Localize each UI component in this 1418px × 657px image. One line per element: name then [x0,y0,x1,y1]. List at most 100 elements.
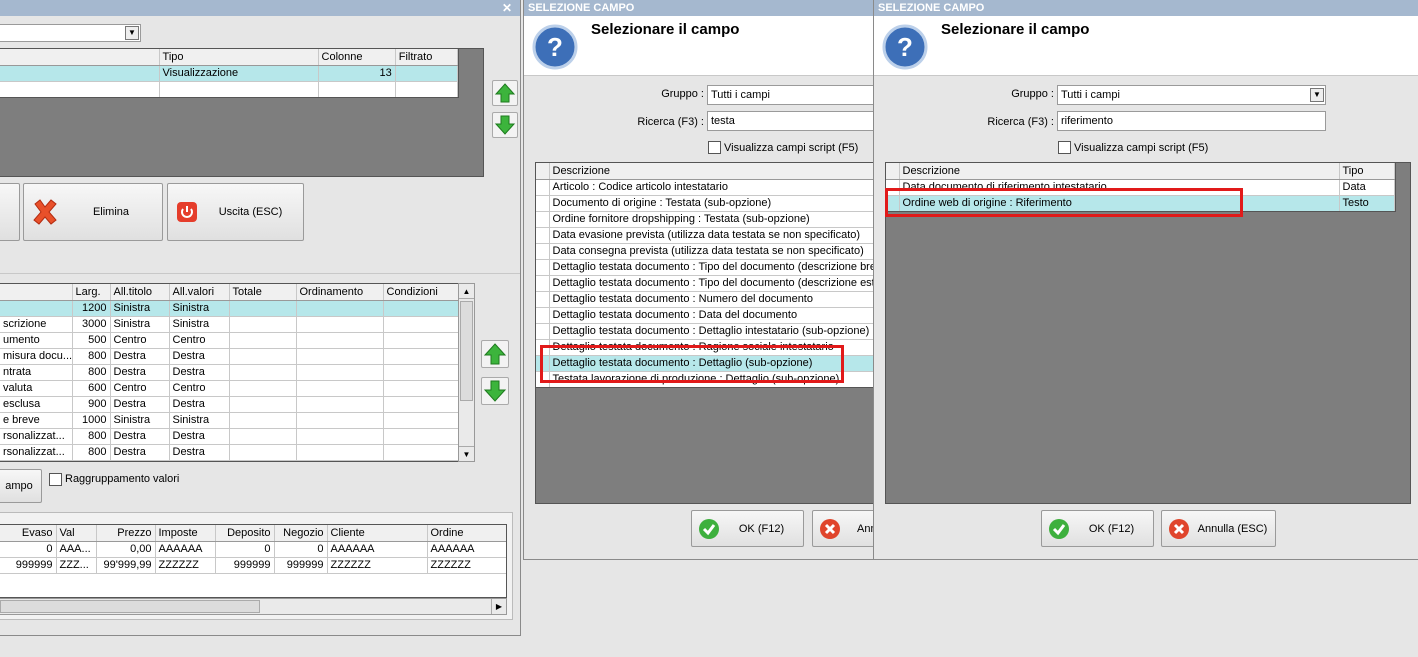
field-button[interactable]: ampo [0,469,42,503]
scroll-right-icon[interactable]: ▶ [491,599,506,614]
scroll-thumb[interactable] [460,301,473,401]
vertical-scrollbar[interactable]: ▲ ▼ [458,283,475,462]
table-row[interactable]: esclusa 900 Destra Destra [0,396,458,413]
top-table: Tipo Colonne Filtrato Visualizzazione 13 [0,48,459,98]
table-row[interactable] [0,81,458,97]
dialog-heading: Selezionare il campo [591,21,740,38]
column-header[interactable]: Negozio [274,525,328,542]
move-down-button[interactable] [492,112,518,138]
column-header[interactable]: Descrizione [549,163,873,180]
table-row[interactable]: Dettaglio testata documento : Tipo del d… [536,259,873,276]
ok-button[interactable]: OK (F12) [1041,510,1154,547]
column-header[interactable]: Tipo [159,49,319,66]
left-titlebar [0,0,520,16]
table-row[interactable]: umento 500 Centro Centro [0,332,458,349]
arrow-down-icon [483,380,507,402]
table-row: 999999 ZZZ... 99'999,99 ZZZZZZ 999999 999999 Z… [0,557,506,574]
power-icon [177,202,197,222]
dialog-select-field-2: SELEZIONE CAMPO ? Selezionare il campo G… [873,0,1418,560]
column-header[interactable]: Colonne [318,49,396,66]
cancel-x-icon [1169,518,1189,539]
scroll-down-icon[interactable]: ▼ [459,446,474,461]
partial-button[interactable] [0,183,20,241]
script-fields-label: Visualizza campi script (F5) [724,142,859,154]
move-down-button[interactable] [481,377,509,405]
column-header[interactable]: Tipo [1339,163,1395,180]
table-row[interactable]: Dettaglio testata documento : Data del d… [536,307,873,324]
table-row[interactable]: 1200 Sinistra Sinistra [0,300,458,317]
preview-table: Evaso Val Prezzo Imposte Deposito Negozi… [0,524,507,598]
script-fields-label: Visualizza campi script (F5) [1074,142,1209,154]
table-row[interactable]: e breve 1000 Sinistra Sinistra [0,412,458,429]
column-header[interactable]: Ordinamento [296,284,384,301]
column-header[interactable]: Cliente [327,525,428,542]
table-row[interactable]: Data evasione prevista (utilizza data te… [536,227,873,244]
question-icon: ? [882,24,928,70]
dialog-titlebar: SELEZIONE CAMPO [874,0,1418,16]
move-up-button[interactable] [481,340,509,368]
svg-text:?: ? [897,32,913,62]
search-input[interactable]: riferimento [1057,111,1326,131]
column-header[interactable]: Totale [229,284,297,301]
column-header[interactable]: All.titolo [110,284,170,301]
scroll-thumb[interactable] [0,600,260,613]
table-row[interactable]: rsonalizzat... 800 Destra Destra [0,444,458,461]
question-icon: ? [532,24,578,70]
group-label: Gruppo : [1011,88,1054,100]
dialog-titlebar: SELEZIONE CAMPO [524,0,873,16]
table-row[interactable]: Articolo : Codice articolo intestatario [536,179,873,196]
table-row[interactable]: ntrata 800 Destra Destra [0,364,458,381]
horizontal-scrollbar[interactable]: ▶ [0,598,507,615]
script-fields-checkbox[interactable] [708,141,721,154]
group-select[interactable]: Tutti i campi [707,85,873,105]
column-header[interactable]: Ordine [427,525,506,542]
move-up-button[interactable] [492,80,518,106]
ok-button[interactable]: OK (F12) [691,510,804,547]
scroll-up-icon[interactable]: ▲ [459,284,474,299]
exit-button[interactable]: Uscita (ESC) [167,183,304,241]
table-row[interactable]: Dettaglio testata documento : Tipo del d… [536,275,873,292]
table-row[interactable]: Visualizzazione 13 [0,65,458,82]
column-header[interactable]: Evaso [0,525,57,542]
group-label: Gruppo : [661,88,704,100]
table-row[interactable]: scrizione 3000 Sinistra Sinistra [0,316,458,333]
cancel-button[interactable]: Annu [812,510,873,547]
table-row[interactable]: misura docu... 800 Destra Destra [0,348,458,365]
table-row[interactable]: Dettaglio testata documento : Numero del… [536,291,873,308]
table-row: 0 AAA... 0,00 AAAAAA 0 0 AAAAAA AAAAAA [0,541,506,558]
column-header[interactable]: Descrizione [899,163,1340,180]
search-label: Ricerca (F3) : [987,116,1054,128]
column-header[interactable]: Deposito [215,525,275,542]
column-header[interactable] [0,284,73,301]
column-header[interactable] [0,49,160,66]
column-header[interactable]: Imposte [155,525,216,542]
close-icon[interactable]: ✕ [502,1,512,15]
group-select[interactable]: Tutti i campi [1057,85,1326,105]
column-header[interactable]: Filtrato [395,49,458,66]
chevron-down-icon[interactable]: ▼ [125,26,139,40]
layout-combo[interactable] [0,24,141,42]
table-row[interactable]: Data consegna prevista (utilizza data te… [536,243,873,260]
table-row[interactable]: valuta 600 Centro Centro [0,380,458,397]
script-fields-checkbox[interactable] [1058,141,1071,154]
table-row[interactable]: rsonalizzat... 800 Destra Destra [0,428,458,445]
checkmark-icon [699,518,719,539]
group-values-checkbox[interactable] [49,473,62,486]
table-row[interactable]: Documento di origine : Testata (sub-opzi… [536,195,873,212]
table-row[interactable]: Dettaglio testata documento : Dettaglio … [536,323,873,340]
arrow-up-icon [483,343,507,365]
cancel-button[interactable]: Annulla (ESC) [1161,510,1276,547]
chevron-down-icon[interactable]: ▼ [1310,88,1324,102]
columns-table: Larg. All.titolo All.valori Totale Ordin… [0,283,459,462]
group-values-label: Raggruppamento valori [65,473,180,485]
column-header[interactable]: Condizioni [383,284,458,301]
column-header[interactable]: All.valori [169,284,230,301]
delete-x-icon [33,199,57,225]
highlight-box [885,188,1243,217]
column-header[interactable]: Prezzo [96,525,156,542]
search-input[interactable]: testa [707,111,873,131]
column-header[interactable]: Larg. [72,284,111,301]
table-row[interactable]: Ordine fornitore dropshipping : Testata … [536,211,873,228]
delete-button[interactable]: Elimina [23,183,163,241]
column-header[interactable]: Val [56,525,97,542]
